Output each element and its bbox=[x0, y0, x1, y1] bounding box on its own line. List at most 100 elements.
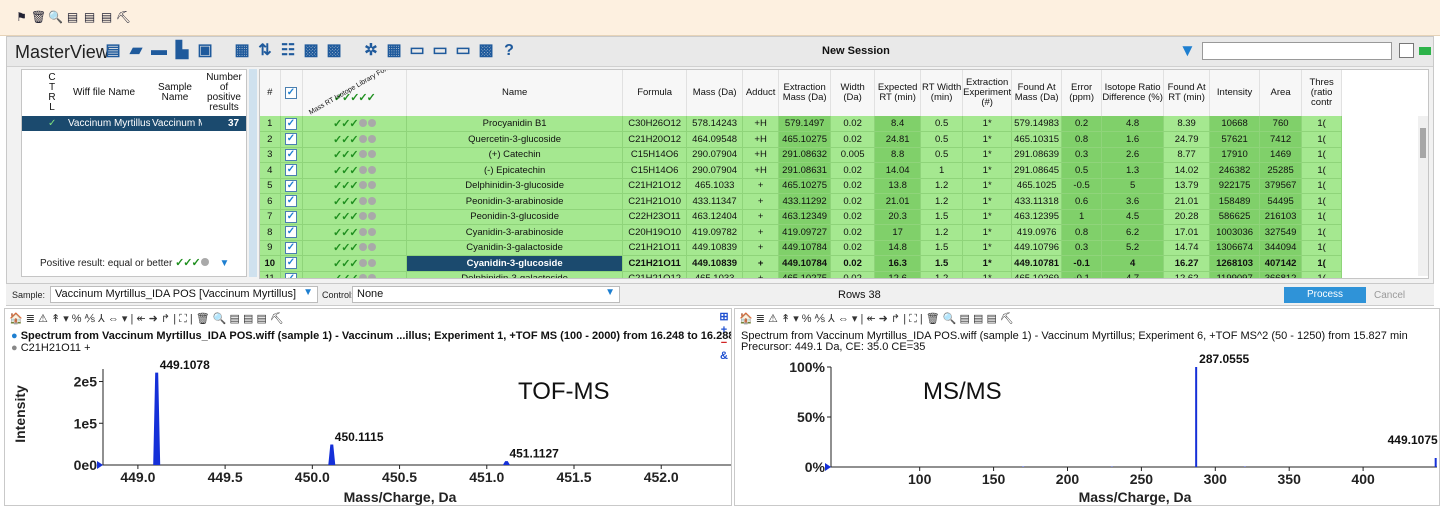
grid-cell: 0.02 bbox=[830, 209, 876, 225]
sample-row[interactable]: ✓ Vaccinum Myrtillus Vaccinum M 37 bbox=[22, 116, 246, 131]
export-icon[interactable]: ▤ bbox=[103, 41, 123, 61]
table-row[interactable]: 3 ✓ ✓✓✓ (+) Catechin C15H14O6 290.07904 +H 291.… bbox=[260, 147, 1343, 163]
criteria-checks-icon: ✓✓✓ bbox=[332, 180, 359, 193]
lock-icon[interactable]: ▣ bbox=[195, 41, 215, 61]
table-row[interactable]: 4 ✓ ✓✓✓ (-) Epicatechin C15H14O6 290.07904 +H 2… bbox=[260, 162, 1343, 179]
control-select[interactable]: None ▼ bbox=[352, 286, 620, 303]
grid-header[interactable]: RT Width (min) bbox=[920, 70, 964, 116]
grid-header[interactable]: ✓ bbox=[280, 70, 303, 116]
grid-header[interactable]: Adduct bbox=[742, 70, 780, 116]
table-row[interactable]: 7 ✓ ✓✓✓ Peonidin-3-glucoside C22H23O11 463.12… bbox=[260, 209, 1343, 225]
grid-cell: 54495 bbox=[1259, 193, 1303, 210]
sample-select[interactable]: Vaccinum Myrtillus_IDA POS [Vaccinum Myr… bbox=[50, 286, 318, 303]
msms-chart[interactable]: MS/MS Mass/Charge, Da 100 150 200 250 300 350… bbox=[735, 309, 1440, 506]
criteria-dot-icon bbox=[367, 134, 376, 143]
filter-input[interactable] bbox=[1202, 42, 1392, 60]
grid-header[interactable]: Width (Da) bbox=[830, 70, 876, 116]
select-all-checkbox[interactable]: ✓ bbox=[285, 87, 297, 99]
mq-icon[interactable]: ▩ bbox=[301, 41, 321, 61]
mv-icon[interactable]: ▩ bbox=[324, 41, 344, 61]
report-icon[interactable]: ☷ bbox=[278, 41, 298, 61]
grid-header[interactable]: Mass (Da) bbox=[686, 70, 744, 116]
grid-header[interactable]: Mass RT Isotope Library Formula ✓✓✓✓✓ bbox=[302, 70, 408, 116]
lib-lock-icon[interactable]: ▩ bbox=[476, 41, 496, 61]
sample-name-header[interactable]: Sample Name bbox=[150, 70, 200, 116]
grid-cell: 3.6 bbox=[1101, 193, 1165, 210]
filter-icon[interactable]: ▼ bbox=[1179, 41, 1196, 61]
binoculars-icon[interactable]: ⛏ bbox=[116, 10, 131, 25]
table-row[interactable]: 5 ✓ ✓✓✓ Delphinidin-3-glucoside C21H21O12 465… bbox=[260, 178, 1343, 194]
excel-icon[interactable]: ▦ bbox=[232, 41, 252, 61]
trash-icon[interactable]: 🗑 bbox=[31, 10, 46, 25]
row-checkbox[interactable]: ✓ bbox=[285, 164, 297, 177]
grid-header[interactable]: Extraction Experiment (#) bbox=[962, 70, 1013, 116]
grid-cell: C21H21O12 bbox=[622, 271, 688, 278]
grid-cell: 17.01 bbox=[1163, 224, 1211, 241]
grid-cell: 0.02 bbox=[830, 178, 876, 194]
row-checkbox[interactable]: ✓ bbox=[285, 226, 297, 239]
grid-header[interactable]: # bbox=[260, 70, 281, 116]
row-checkbox[interactable]: ✓ bbox=[285, 195, 297, 208]
table-row[interactable]: 8 ✓ ✓✓✓ Cyanidin-3-arabinoside C20H19O10 419.… bbox=[260, 224, 1343, 241]
help-icon[interactable]: ? bbox=[499, 41, 519, 61]
positive-results-header[interactable]: Number of positive results bbox=[202, 70, 246, 116]
grid-header[interactable]: Found At RT (min) bbox=[1163, 70, 1211, 116]
csv-export-icon[interactable]: ▭ bbox=[407, 41, 427, 61]
row-checkbox[interactable]: ✓ bbox=[285, 133, 297, 146]
table-row[interactable]: 9 ✓ ✓✓✓ Cyanidin-3-galactoside C21H21O11 449.… bbox=[260, 240, 1343, 256]
table-row[interactable]: 6 ✓ ✓✓✓ Peonidin-3-arabinoside C21H21O10 433.… bbox=[260, 193, 1343, 210]
row-checkbox[interactable]: ✓ bbox=[285, 148, 297, 161]
grid-header[interactable]: Area bbox=[1259, 70, 1303, 116]
criteria-dot-icon bbox=[367, 212, 376, 221]
tof-ms-chart[interactable]: TOF-MS Intensity Mass/Charge, Da 449.0 44… bbox=[5, 309, 732, 506]
grid-cell: 25285 bbox=[1259, 162, 1303, 179]
print-icon[interactable]: ▦ bbox=[384, 41, 404, 61]
table-row[interactable]: 2 ✓ ✓✓✓ Quercetin-3-glucoside C21H20O12 464.0… bbox=[260, 131, 1343, 148]
layout2-icon[interactable]: ▤ bbox=[82, 10, 97, 25]
process-button[interactable]: Process bbox=[1284, 287, 1366, 303]
ctrl-header[interactable]: C T R L bbox=[44, 70, 60, 116]
grid-header[interactable]: Thres (ratio contr bbox=[1301, 70, 1343, 116]
save-as-icon[interactable]: ▙ bbox=[172, 41, 192, 61]
open-icon[interactable]: ▰ bbox=[126, 41, 146, 61]
zoom-icon[interactable]: 🔍 bbox=[48, 10, 63, 25]
row-checkbox[interactable]: ✓ bbox=[285, 257, 297, 270]
save-icon[interactable]: ▬ bbox=[149, 41, 169, 61]
sort-icon[interactable]: ⇅ bbox=[255, 41, 275, 61]
cancel-button[interactable]: Cancel bbox=[1374, 290, 1405, 301]
row-checkbox[interactable]: ✓ bbox=[285, 179, 297, 192]
x-tick-label: 450.5 bbox=[382, 469, 417, 485]
grid-header[interactable]: Formula bbox=[622, 70, 688, 116]
grid-header[interactable]: Error (ppm) bbox=[1061, 70, 1103, 116]
grid-cell: 4.5 bbox=[1101, 209, 1165, 225]
row-checkbox[interactable]: ✓ bbox=[285, 272, 297, 278]
panel-splitter[interactable] bbox=[249, 69, 257, 277]
grid-header[interactable]: Isotope Ratio Difference (%) bbox=[1101, 70, 1165, 116]
grid-cell: Peonidin-3-arabinoside bbox=[406, 193, 624, 210]
table-row[interactable]: 11✓✓✓✓Delphinidin-3-galactosideC21H21O12… bbox=[260, 271, 1343, 278]
layout3-icon[interactable]: ▤ bbox=[99, 10, 114, 25]
table-row[interactable]: 1 ✓ ✓✓✓ Procyanidin B1 C30H26O12 578.14243 +H 5… bbox=[260, 116, 1343, 132]
filter-checkbox[interactable] bbox=[1399, 43, 1414, 58]
lib-icon[interactable]: ▭ bbox=[453, 41, 473, 61]
grid-header[interactable]: Extraction Mass (Da) bbox=[778, 70, 832, 116]
grid-cell: 7412 bbox=[1259, 131, 1303, 148]
wiff-file-header[interactable]: Wiff file Name bbox=[62, 70, 146, 116]
grid-header[interactable]: Name bbox=[406, 70, 624, 116]
row-checkbox[interactable]: ✓ bbox=[285, 117, 297, 130]
grid-cell: (-) Epicatechin bbox=[406, 162, 624, 179]
grid-header[interactable]: Intensity bbox=[1209, 70, 1261, 116]
results-table: # ✓ Mass RT Isotope Library Formula ✓✓✓✓✓ Na… bbox=[260, 70, 1343, 278]
table-row[interactable]: 10 ✓ ✓✓✓ Cyanidin-3-glucoside C21H21O11 449.1… bbox=[260, 255, 1343, 272]
grid-scrollbar[interactable] bbox=[1418, 116, 1428, 276]
scroll-thumb[interactable] bbox=[1420, 128, 1426, 158]
flag-icon[interactable]: ⚑ bbox=[14, 10, 29, 25]
row-checkbox[interactable]: ✓ bbox=[285, 210, 297, 223]
layout1-icon[interactable]: ▤ bbox=[65, 10, 80, 25]
settings-icon[interactable]: ✲ bbox=[361, 41, 381, 61]
csv-icon[interactable]: ▭ bbox=[430, 41, 450, 61]
legend-dropdown-icon[interactable]: ▼ bbox=[220, 258, 230, 269]
row-checkbox[interactable]: ✓ bbox=[285, 241, 297, 254]
grid-header[interactable]: Expected RT (min) bbox=[874, 70, 922, 116]
grid-header[interactable]: Found At Mass (Da) bbox=[1011, 70, 1063, 116]
